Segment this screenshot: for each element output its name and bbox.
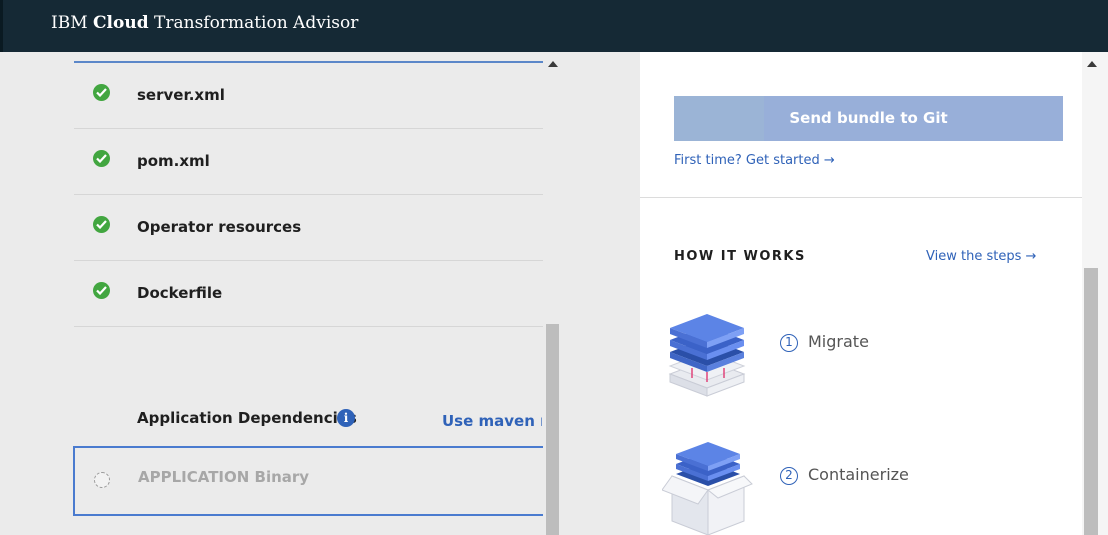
brand-suffix: Transformation Advisor bbox=[154, 13, 359, 33]
step-label: Containerize bbox=[808, 465, 909, 484]
file-name: server.xml bbox=[137, 86, 225, 104]
scroll-thumb[interactable] bbox=[546, 324, 559, 535]
view-steps-link[interactable]: View the steps → bbox=[926, 249, 1036, 264]
button-left-segment bbox=[674, 96, 764, 141]
divider bbox=[640, 197, 1082, 198]
app-title[interactable]: IBM Cloud Transformation Advisor bbox=[51, 13, 358, 33]
step-migrate: 1 Migrate bbox=[780, 332, 869, 352]
step-number-badge: 1 bbox=[780, 333, 798, 352]
radio-button[interactable] bbox=[94, 472, 110, 488]
checkmark-icon bbox=[93, 84, 110, 101]
deploy-pane: Send bundle to Git First time? Get start… bbox=[640, 52, 1082, 535]
file-name: pom.xml bbox=[137, 152, 210, 170]
scroll-up-arrow-icon[interactable] bbox=[548, 61, 558, 67]
step-number-badge: 2 bbox=[780, 466, 798, 485]
button-label: Send bundle to Git bbox=[789, 109, 948, 127]
checkmark-icon bbox=[93, 150, 110, 167]
dependency-label: APPLICATION Binary bbox=[138, 468, 310, 486]
scroll-up-arrow-icon[interactable] bbox=[1087, 61, 1097, 67]
file-row-operator-resources: Operator resources bbox=[74, 195, 544, 261]
step-label: Migrate bbox=[808, 332, 869, 351]
left-scrollbar[interactable] bbox=[543, 52, 562, 535]
brand-prefix: IBM bbox=[51, 13, 88, 33]
bundle-files-pane: server.xml pom.xml Operator resources Do… bbox=[0, 52, 562, 535]
checkmark-icon bbox=[93, 216, 110, 233]
brand-bold: Cloud bbox=[93, 13, 149, 33]
container-box-icon bbox=[662, 442, 753, 535]
get-started-link[interactable]: First time? Get started → bbox=[674, 153, 835, 168]
how-it-works-title: HOW IT WORKS bbox=[674, 249, 806, 264]
send-bundle-to-git-button[interactable]: Send bundle to Git bbox=[674, 96, 1063, 141]
top-header: IBM Cloud Transformation Advisor bbox=[0, 0, 1108, 52]
file-name: Operator resources bbox=[137, 218, 302, 236]
file-name: Dockerfile bbox=[137, 284, 223, 302]
server-stack-icon bbox=[668, 314, 746, 397]
info-icon[interactable]: i bbox=[337, 409, 355, 427]
dependencies-title: Application Dependencies bbox=[137, 409, 357, 427]
file-row-pom-xml: pom.xml bbox=[74, 129, 544, 195]
file-row-dockerfile: Dockerfile bbox=[74, 261, 544, 327]
right-scrollbar[interactable] bbox=[1082, 52, 1108, 535]
step-containerize: 2 Containerize bbox=[780, 465, 909, 485]
use-maven-link[interactable]: Use maven re bbox=[442, 412, 542, 430]
dependency-option-application-binary[interactable]: APPLICATION Binary bbox=[73, 446, 544, 516]
scroll-thumb[interactable] bbox=[1084, 268, 1098, 535]
checkmark-icon bbox=[93, 282, 110, 299]
file-row-server-xml: server.xml bbox=[74, 63, 544, 129]
